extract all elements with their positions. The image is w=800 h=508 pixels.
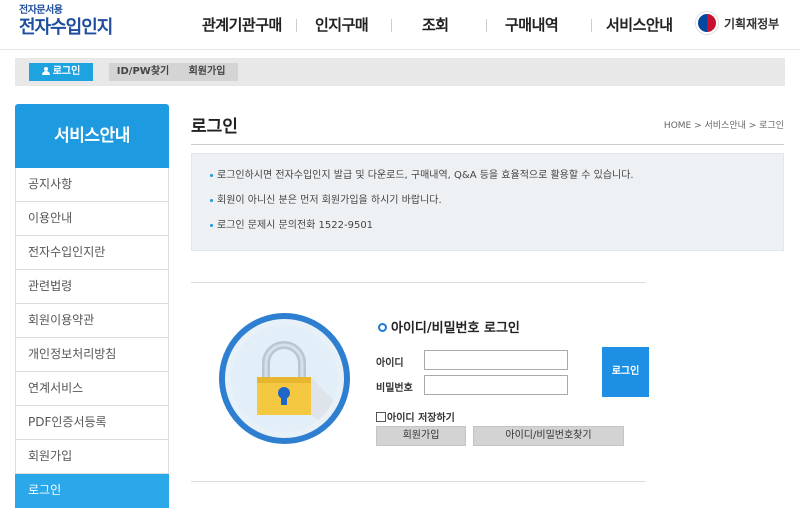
site-logo[interactable]: 전자문서용 전자수입인지 [19, 5, 113, 39]
breadcrumb: HOME > 서비스안내 > 로그인 [663, 121, 784, 131]
sidebar-item-join[interactable]: 회원가입 [15, 440, 169, 474]
site-header: 전자문서용 전자수입인지 관계기관구매 인지구매 조회 구매내역 서비스안내 기… [0, 0, 800, 50]
nav-item-stamp-purchase[interactable]: 인지구매 [296, 13, 392, 37]
util-join-button[interactable]: 회원가입 [176, 63, 238, 81]
ring-bullet-icon [378, 323, 387, 332]
lock-illustration-icon [219, 313, 350, 444]
util-login-label: 로그인 [52, 66, 81, 77]
nav-item-purchase-history[interactable]: 구매내역 [486, 13, 592, 37]
find-idpw-button[interactable]: 아이디/비밀번호찾기 [473, 426, 624, 446]
sidebar-item-terms[interactable]: 회원이용약관 [15, 304, 169, 338]
save-id-label: 아이디 저장하기 [387, 413, 455, 424]
password-label: 비밀번호 [376, 383, 413, 394]
sidebar-item-notice[interactable]: 공지사항 [15, 168, 169, 202]
ministry-name: 기획재정부 [724, 16, 780, 31]
nav-item-service-info[interactable]: 서비스안내 [591, 13, 702, 37]
notice-box: 로그인하시면 전자수입인지 발급 및 다운로드, 구매내역, Q&A 등을 효율… [191, 153, 784, 251]
main-nav: 관계기관구매 인지구매 조회 구매내역 서비스안내 [190, 13, 702, 37]
notice-line: 로그인하시면 전자수입인지 발급 및 다운로드, 구매내역, Q&A 등을 효율… [210, 170, 767, 182]
notice-line: 회원이 아니신 분은 먼저 회원가입을 하시기 바랍니다. [210, 195, 767, 207]
sidebar: 서비스안내 공지사항 이용안내 전자수입인지란 관련법령 회원이용약관 개인정보… [15, 104, 169, 508]
page-title: 로그인 [191, 117, 238, 137]
sidebar-title: 서비스안내 [15, 104, 169, 168]
sidebar-item-laws[interactable]: 관련법령 [15, 270, 169, 304]
util-login-button[interactable]: 로그인 [29, 63, 93, 81]
person-icon [41, 67, 50, 75]
save-id-option[interactable]: 아이디 저장하기 [376, 409, 455, 424]
padlock-icon [231, 325, 338, 432]
sidebar-item-linked-services[interactable]: 연계서비스 [15, 372, 169, 406]
notice-line: 로그인 문제시 문의전화 1522-9501 [210, 220, 767, 232]
login-panel: 아이디/비밀번호 로그인 아이디 비밀번호 로그인 아이디 저장하기 회원가입 … [191, 282, 649, 482]
logo-subtitle: 전자문서용 [19, 5, 63, 16]
ministry-link[interactable]: 기획재정부 [696, 12, 779, 34]
password-input[interactable] [424, 375, 568, 395]
utility-bar: 로그인 ID/PW찾기 회원가입 [15, 58, 785, 86]
lock-illustration-bg [231, 325, 338, 432]
save-id-checkbox[interactable] [376, 411, 386, 422]
title-divider [191, 144, 784, 145]
sidebar-item-pdf-cert[interactable]: PDF인증서등록 [15, 406, 169, 440]
ministry-logo-icon [696, 12, 718, 34]
join-button[interactable]: 회원가입 [376, 426, 466, 446]
login-button[interactable]: 로그인 [602, 347, 649, 397]
id-input[interactable] [424, 350, 568, 370]
sidebar-item-login[interactable]: 로그인 [15, 474, 169, 508]
nav-item-inquiry[interactable]: 조회 [391, 13, 487, 37]
login-title-text: 아이디/비밀번호 로그인 [391, 321, 520, 336]
util-find-idpw-button[interactable]: ID/PW찾기 [109, 63, 177, 81]
nav-item-agency-purchase[interactable]: 관계기관구매 [190, 13, 297, 37]
sidebar-item-guide[interactable]: 이용안내 [15, 202, 169, 236]
sidebar-item-about-stamp[interactable]: 전자수입인지란 [15, 236, 169, 270]
id-label: 아이디 [376, 358, 404, 369]
login-title: 아이디/비밀번호 로그인 [378, 317, 520, 336]
logo-title: 전자수입인지 [19, 17, 113, 38]
sidebar-item-privacy[interactable]: 개인정보처리방침 [15, 338, 169, 372]
